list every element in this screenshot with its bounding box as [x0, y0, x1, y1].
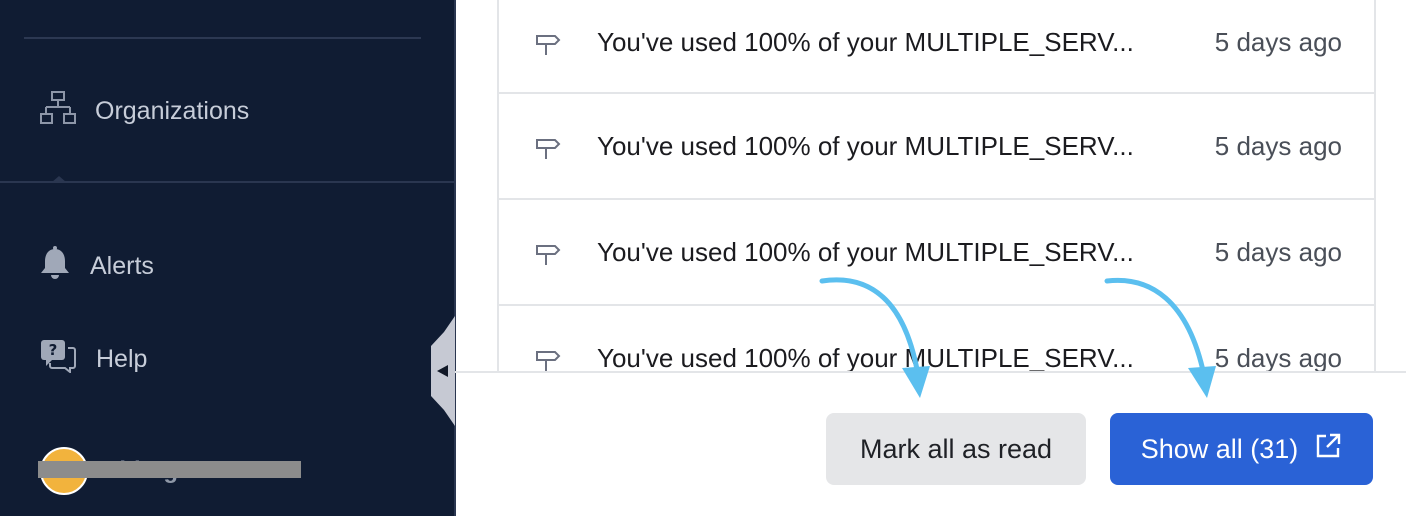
external-link-icon — [1314, 432, 1342, 467]
sidebar-item-label: Organizations — [95, 96, 250, 125]
notification-text: You've used 100% of your MULTIPLE_SERV..… — [597, 343, 1134, 372]
separator-notch — [52, 176, 66, 182]
sidebar-item-alerts[interactable]: Alerts — [40, 244, 154, 288]
notification-time: 5 days ago — [1214, 343, 1342, 372]
sidebar-item-label: Alerts — [90, 251, 154, 280]
signpost-icon — [536, 351, 561, 371]
sidebar-item-label: Help — [96, 344, 148, 373]
sidebar-separator — [0, 181, 454, 183]
button-label: Mark all as read — [859, 433, 1053, 464]
footer-divider — [455, 371, 1406, 373]
notification-item[interactable]: You've used 100% of your MULTIPLE_SERV..… — [499, 200, 1374, 306]
mark-all-read-button[interactable]: Mark all as read — [826, 413, 1086, 485]
signpost-icon — [536, 245, 561, 265]
svg-text:?: ? — [49, 341, 58, 359]
notification-text: You've used 100% of your MULTIPLE_SERV..… — [597, 237, 1134, 267]
sidebar-item-help[interactable]: ? Help — [40, 337, 147, 381]
sidebar: Organizations Alerts ? Help Chirag — [0, 0, 456, 516]
sidebar-item-organizations[interactable]: Organizations — [40, 86, 249, 136]
notification-item[interactable]: You've used 100% of your MULTIPLE_SERV..… — [499, 94, 1374, 200]
notification-time: 5 days ago — [1214, 131, 1342, 161]
signpost-icon — [536, 139, 561, 159]
help-chat-icon: ? — [40, 339, 76, 380]
notification-item[interactable]: You've used 100% of your MULTIPLE_SERV..… — [499, 306, 1374, 372]
signpost-icon — [536, 35, 561, 55]
button-label: Show all (31) — [1140, 433, 1299, 464]
show-all-button[interactable]: Show all (31) — [1110, 413, 1373, 485]
notification-text: You've used 100% of your MULTIPLE_SERV..… — [597, 131, 1134, 161]
bell-icon — [40, 245, 70, 287]
notification-text: You've used 100% of your MULTIPLE_SERV..… — [597, 27, 1134, 57]
notifications-list: You've used 100% of your MULTIPLE_SERV..… — [497, 0, 1376, 372]
notification-time: 5 days ago — [1214, 237, 1342, 267]
notification-item[interactable]: You've used 100% of your MULTIPLE_SERV..… — [499, 0, 1374, 94]
sidebar-collapse-handle[interactable] — [431, 316, 455, 426]
sidebar-divider — [24, 37, 421, 39]
redaction-bar — [38, 461, 301, 478]
organization-tree-icon — [40, 90, 76, 133]
notification-time: 5 days ago — [1214, 27, 1342, 57]
